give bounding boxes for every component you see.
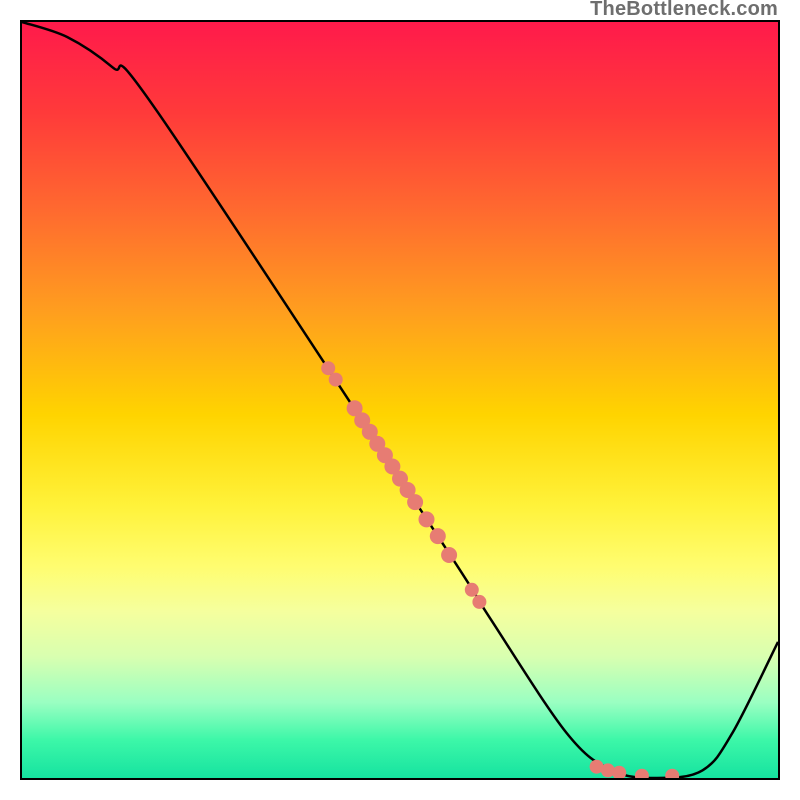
chart-dot <box>407 494 423 510</box>
chart-plot-area <box>20 20 780 780</box>
chart-dot <box>321 361 335 375</box>
chart-stage: TheBottleneck.com <box>0 0 800 800</box>
chart-dots-group <box>321 361 679 778</box>
chart-dot <box>419 511 435 527</box>
chart-dot <box>612 766 626 778</box>
chart-curve <box>22 22 778 778</box>
chart-dot <box>665 769 679 778</box>
watermark-text: TheBottleneck.com <box>590 0 778 21</box>
chart-dot <box>329 373 343 387</box>
chart-dot <box>635 769 649 778</box>
chart-dot <box>465 583 479 597</box>
chart-dot <box>441 547 457 563</box>
chart-dot <box>472 595 486 609</box>
chart-svg-layer <box>22 22 778 778</box>
chart-dot <box>430 528 446 544</box>
